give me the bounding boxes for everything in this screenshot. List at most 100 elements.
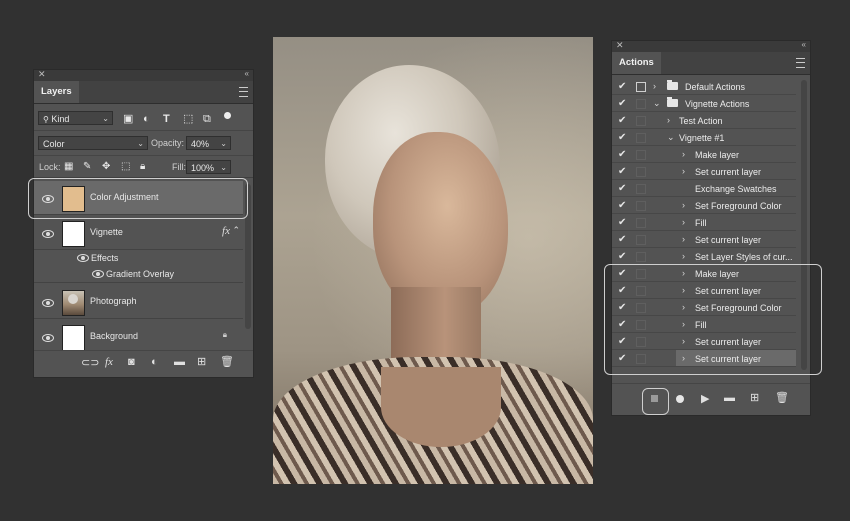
dialog-toggle-icon[interactable]	[636, 133, 646, 143]
highlight-callout-layer	[28, 178, 248, 219]
folder-icon	[667, 80, 678, 90]
action-step-row[interactable]: ✔ › Make layer	[612, 146, 796, 163]
chevron-right-icon[interactable]: ›	[682, 217, 685, 227]
layer-thumbnail	[62, 221, 85, 247]
check-icon[interactable]: ✔	[618, 217, 626, 228]
dialog-toggle-icon[interactable]	[636, 167, 646, 177]
check-icon[interactable]: ✔	[618, 149, 626, 160]
check-icon[interactable]: ✔	[618, 115, 626, 126]
dialog-toggle-icon[interactable]	[636, 116, 646, 126]
layer-row-vignette[interactable]: Vignette fx ⌃	[34, 216, 243, 250]
lock-artboard-icon[interactable]: ⬚	[121, 161, 130, 173]
dialog-toggle-icon[interactable]	[636, 150, 646, 160]
play-icon[interactable]: ▶	[701, 393, 709, 405]
check-icon[interactable]: ✔	[618, 200, 626, 211]
new-group-icon[interactable]: ▬	[174, 356, 185, 368]
new-action-icon[interactable]: ⊞	[750, 392, 759, 404]
lock-all-icon[interactable]: 🔒︎	[140, 161, 145, 173]
fx-icon[interactable]: fx	[105, 356, 113, 368]
chevron-down-icon[interactable]: ⌄	[653, 98, 661, 109]
dialog-toggle-icon[interactable]	[636, 252, 646, 262]
photo-canvas	[273, 37, 593, 484]
lock-divider	[34, 155, 253, 156]
eye-icon[interactable]	[77, 254, 89, 262]
effects-row[interactable]: Effects	[34, 250, 243, 266]
delete-action-icon[interactable]: 🗑︎	[775, 392, 789, 404]
action-step-row[interactable]: ✔ › Set current layer	[612, 231, 796, 248]
smart-object-filter-icon[interactable]: ⧉	[203, 113, 211, 125]
blend-mode-select[interactable]: Color ⌄	[38, 136, 148, 150]
collapse-icon[interactable]: «	[245, 69, 249, 78]
check-icon[interactable]: ✔	[618, 251, 626, 262]
action-step-row[interactable]: ✔ Exchange Swatches	[612, 180, 796, 197]
action-set-row[interactable]: ✔ ⌄ Vignette Actions	[612, 95, 796, 112]
dialog-toggle-icon[interactable]	[636, 82, 646, 92]
add-mask-icon[interactable]: ◙	[128, 356, 135, 368]
action-step-row[interactable]: ✔ › Set Layer Styles of cur...	[612, 248, 796, 265]
new-adjustment-icon[interactable]: ◐	[151, 356, 158, 368]
tab-actions[interactable]: Actions	[612, 52, 661, 74]
panel-menu-icon[interactable]	[796, 58, 805, 68]
delete-layer-icon[interactable]: 🗑︎	[220, 356, 234, 368]
eye-icon[interactable]	[42, 334, 54, 342]
chevron-right-icon[interactable]: ›	[682, 149, 685, 159]
check-icon[interactable]: ✔	[618, 98, 626, 109]
chevron-right-icon[interactable]: ›	[682, 200, 685, 210]
lock-transparent-icon[interactable]: ▦	[64, 161, 73, 173]
image-filter-icon[interactable]: ▣	[123, 113, 133, 125]
check-icon[interactable]: ✔	[618, 183, 626, 194]
check-icon[interactable]: ✔	[618, 132, 626, 143]
close-icon[interactable]: ✕	[616, 40, 624, 51]
chevron-right-icon[interactable]: ›	[682, 251, 685, 261]
eye-icon[interactable]	[42, 299, 54, 307]
chevron-down-icon[interactable]: ⌄	[667, 132, 675, 143]
lock-image-icon[interactable]: ✎	[83, 161, 91, 173]
action-step-row[interactable]: ✔ › Fill	[612, 214, 796, 231]
gradient-overlay-row[interactable]: Gradient Overlay	[34, 266, 243, 283]
actions-tabbar: Actions	[612, 52, 810, 75]
adjustment-filter-icon[interactable]: ◐	[143, 113, 150, 125]
link-layers-icon[interactable]: ⊂⊃	[81, 357, 99, 369]
fill-field[interactable]: 100% ⌄	[186, 160, 231, 174]
filter-kind-select[interactable]: ⚲ Kind ⌄	[38, 111, 113, 125]
lock-position-icon[interactable]: ✥	[102, 161, 110, 173]
dialog-toggle-icon[interactable]	[636, 235, 646, 245]
action-step-row[interactable]: ✔ › Set Foreground Color	[612, 197, 796, 214]
opacity-field[interactable]: 40% ⌄	[186, 136, 231, 150]
action-row[interactable]: ✔ ⌄ Vignette #1	[612, 129, 796, 146]
chevron-right-icon[interactable]: ›	[667, 115, 670, 125]
action-set-row[interactable]: ✔ › Default Actions	[612, 78, 796, 95]
new-layer-icon[interactable]: ⊞	[197, 356, 206, 368]
dialog-toggle-icon[interactable]	[636, 218, 646, 228]
check-icon[interactable]: ✔	[618, 81, 626, 92]
record-icon[interactable]	[676, 395, 684, 403]
action-step-label: Set current layer	[695, 235, 762, 245]
action-step-row[interactable]: ✔ › Set current layer	[612, 163, 796, 180]
dialog-toggle-icon[interactable]	[636, 99, 646, 109]
action-row[interactable]: ✔ › Test Action	[612, 112, 796, 129]
eye-icon[interactable]	[92, 270, 104, 278]
chevron-right-icon[interactable]: ›	[682, 166, 685, 176]
chevron-right-icon[interactable]: ›	[653, 81, 656, 91]
shape-filter-icon[interactable]: ⬚	[183, 113, 193, 125]
layer-row-background[interactable]: Background 🔒︎	[34, 320, 243, 354]
type-filter-icon[interactable]: T	[163, 113, 170, 125]
filter-toggle-icon[interactable]	[224, 112, 231, 119]
opacity-value: 40%	[191, 139, 210, 149]
layer-row-photograph[interactable]: Photograph	[34, 285, 243, 319]
layers-footer: ⊂⊃ fx ◙ ◐ ▬ ⊞ 🗑︎	[34, 350, 253, 377]
panel-menu-icon[interactable]	[239, 87, 248, 97]
new-set-folder-icon[interactable]: ▬	[724, 392, 735, 404]
check-icon[interactable]: ✔	[618, 166, 626, 177]
eye-icon[interactable]	[42, 230, 54, 238]
close-icon[interactable]: ✕	[38, 69, 46, 80]
chevron-up-icon[interactable]: ⌃	[232, 225, 240, 236]
collapse-icon[interactable]: «	[802, 40, 806, 49]
dialog-toggle-icon[interactable]	[636, 184, 646, 194]
highlight-callout-stop	[642, 388, 669, 415]
chevron-right-icon[interactable]: ›	[682, 234, 685, 244]
folder-icon	[667, 97, 678, 107]
dialog-toggle-icon[interactable]	[636, 201, 646, 211]
check-icon[interactable]: ✔	[618, 234, 626, 245]
tab-layers[interactable]: Layers	[34, 81, 79, 103]
